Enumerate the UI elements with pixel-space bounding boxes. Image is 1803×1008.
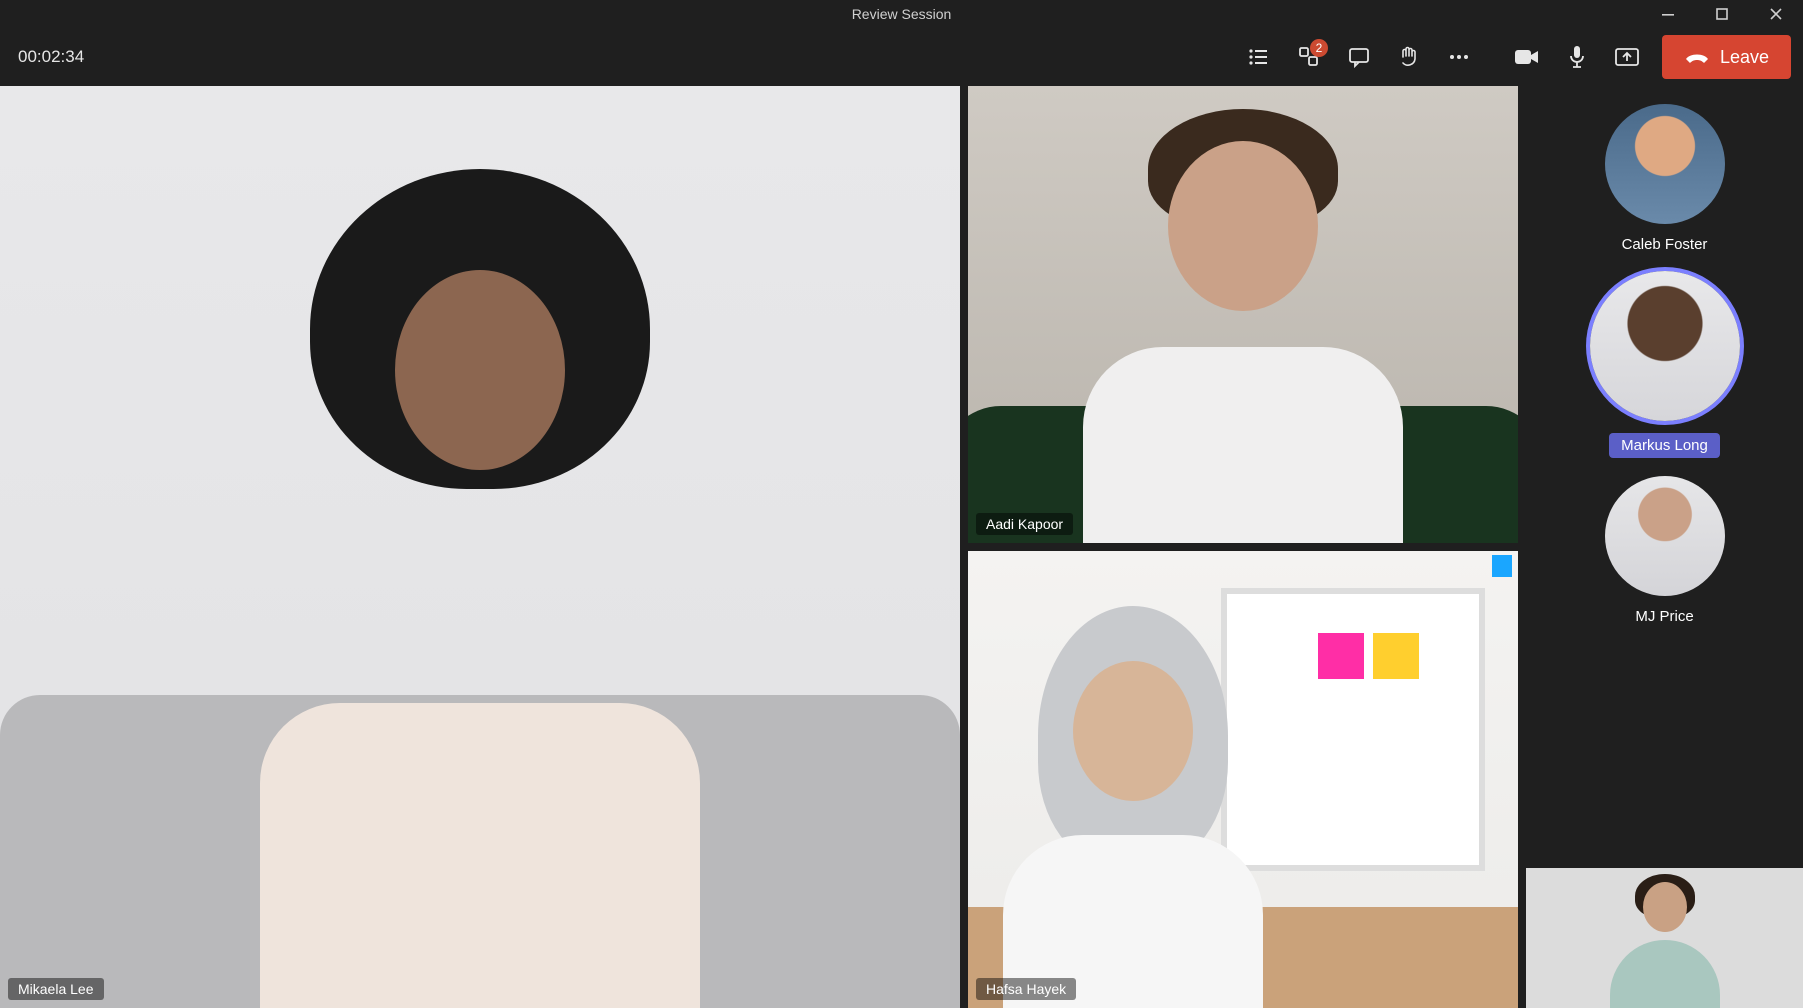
people-button[interactable]: 2 bbox=[1284, 35, 1334, 79]
participant-name-label: Aadi Kapoor bbox=[976, 513, 1073, 535]
participant-sidebar: Caleb Foster Markus Long MJ Price bbox=[1526, 86, 1803, 1008]
maximize-button[interactable] bbox=[1695, 0, 1749, 28]
minimize-button[interactable] bbox=[1641, 0, 1695, 28]
chat-button[interactable] bbox=[1334, 35, 1384, 79]
microphone-icon bbox=[1567, 45, 1587, 69]
close-icon bbox=[1770, 8, 1782, 20]
raise-hand-button[interactable] bbox=[1384, 35, 1434, 79]
self-view-tile[interactable] bbox=[1526, 868, 1803, 1008]
participant-video bbox=[1526, 868, 1803, 1008]
raise-hand-icon bbox=[1398, 45, 1420, 69]
window-title: Review Session bbox=[852, 6, 952, 22]
participant-name-label: Caleb Foster bbox=[1622, 236, 1708, 253]
more-options-button[interactable] bbox=[1434, 35, 1484, 79]
close-button[interactable] bbox=[1749, 0, 1803, 28]
pin-icon bbox=[1492, 555, 1512, 577]
participant-avatar-1[interactable]: Caleb Foster bbox=[1526, 104, 1803, 253]
share-icon bbox=[1614, 46, 1640, 68]
more-icon bbox=[1447, 45, 1471, 69]
participant-avatar-3[interactable]: MJ Price bbox=[1526, 476, 1803, 625]
participant-list-button[interactable] bbox=[1234, 35, 1284, 79]
video-column-secondary: Aadi Kapoor Hafsa Hayek bbox=[968, 86, 1518, 1008]
avatar bbox=[1605, 476, 1725, 596]
video-tile-secondary-1[interactable]: Aadi Kapoor bbox=[968, 86, 1518, 543]
avatar bbox=[1605, 104, 1725, 224]
participants-badge: 2 bbox=[1310, 39, 1328, 57]
avatar bbox=[1590, 271, 1740, 421]
participant-name-label: MJ Price bbox=[1635, 608, 1693, 625]
video-tile-secondary-2[interactable]: Hafsa Hayek bbox=[968, 551, 1518, 1008]
leave-button[interactable]: Leave bbox=[1662, 35, 1791, 79]
participant-name-label: Markus Long bbox=[1609, 433, 1720, 458]
participant-video bbox=[0, 86, 960, 1008]
participant-name-label: Mikaela Lee bbox=[8, 978, 104, 1000]
meeting-window: Review Session 00:02:34 bbox=[0, 0, 1803, 1008]
call-timer: 00:02:34 bbox=[12, 47, 84, 67]
list-icon bbox=[1247, 45, 1271, 69]
participant-video bbox=[968, 551, 1518, 1008]
video-tile-main[interactable]: Mikaela Lee bbox=[0, 86, 960, 1008]
share-screen-button[interactable] bbox=[1602, 35, 1652, 79]
camera-icon bbox=[1514, 47, 1540, 67]
participant-avatar-2[interactable]: Markus Long bbox=[1526, 271, 1803, 458]
participant-name-label: Hafsa Hayek bbox=[976, 978, 1076, 1000]
title-bar: Review Session bbox=[0, 0, 1803, 28]
meeting-toolbar: 00:02:34 2 bbox=[0, 28, 1803, 86]
hangup-icon bbox=[1684, 48, 1710, 66]
maximize-icon bbox=[1716, 8, 1728, 20]
microphone-button[interactable] bbox=[1552, 35, 1602, 79]
camera-button[interactable] bbox=[1502, 35, 1552, 79]
video-grid: Mikaela Lee Aadi Kapoor bbox=[0, 86, 1803, 1008]
leave-label: Leave bbox=[1720, 47, 1769, 68]
participant-video bbox=[968, 86, 1518, 543]
minimize-icon bbox=[1661, 7, 1675, 21]
window-controls bbox=[1641, 0, 1803, 28]
chat-icon bbox=[1347, 45, 1371, 69]
